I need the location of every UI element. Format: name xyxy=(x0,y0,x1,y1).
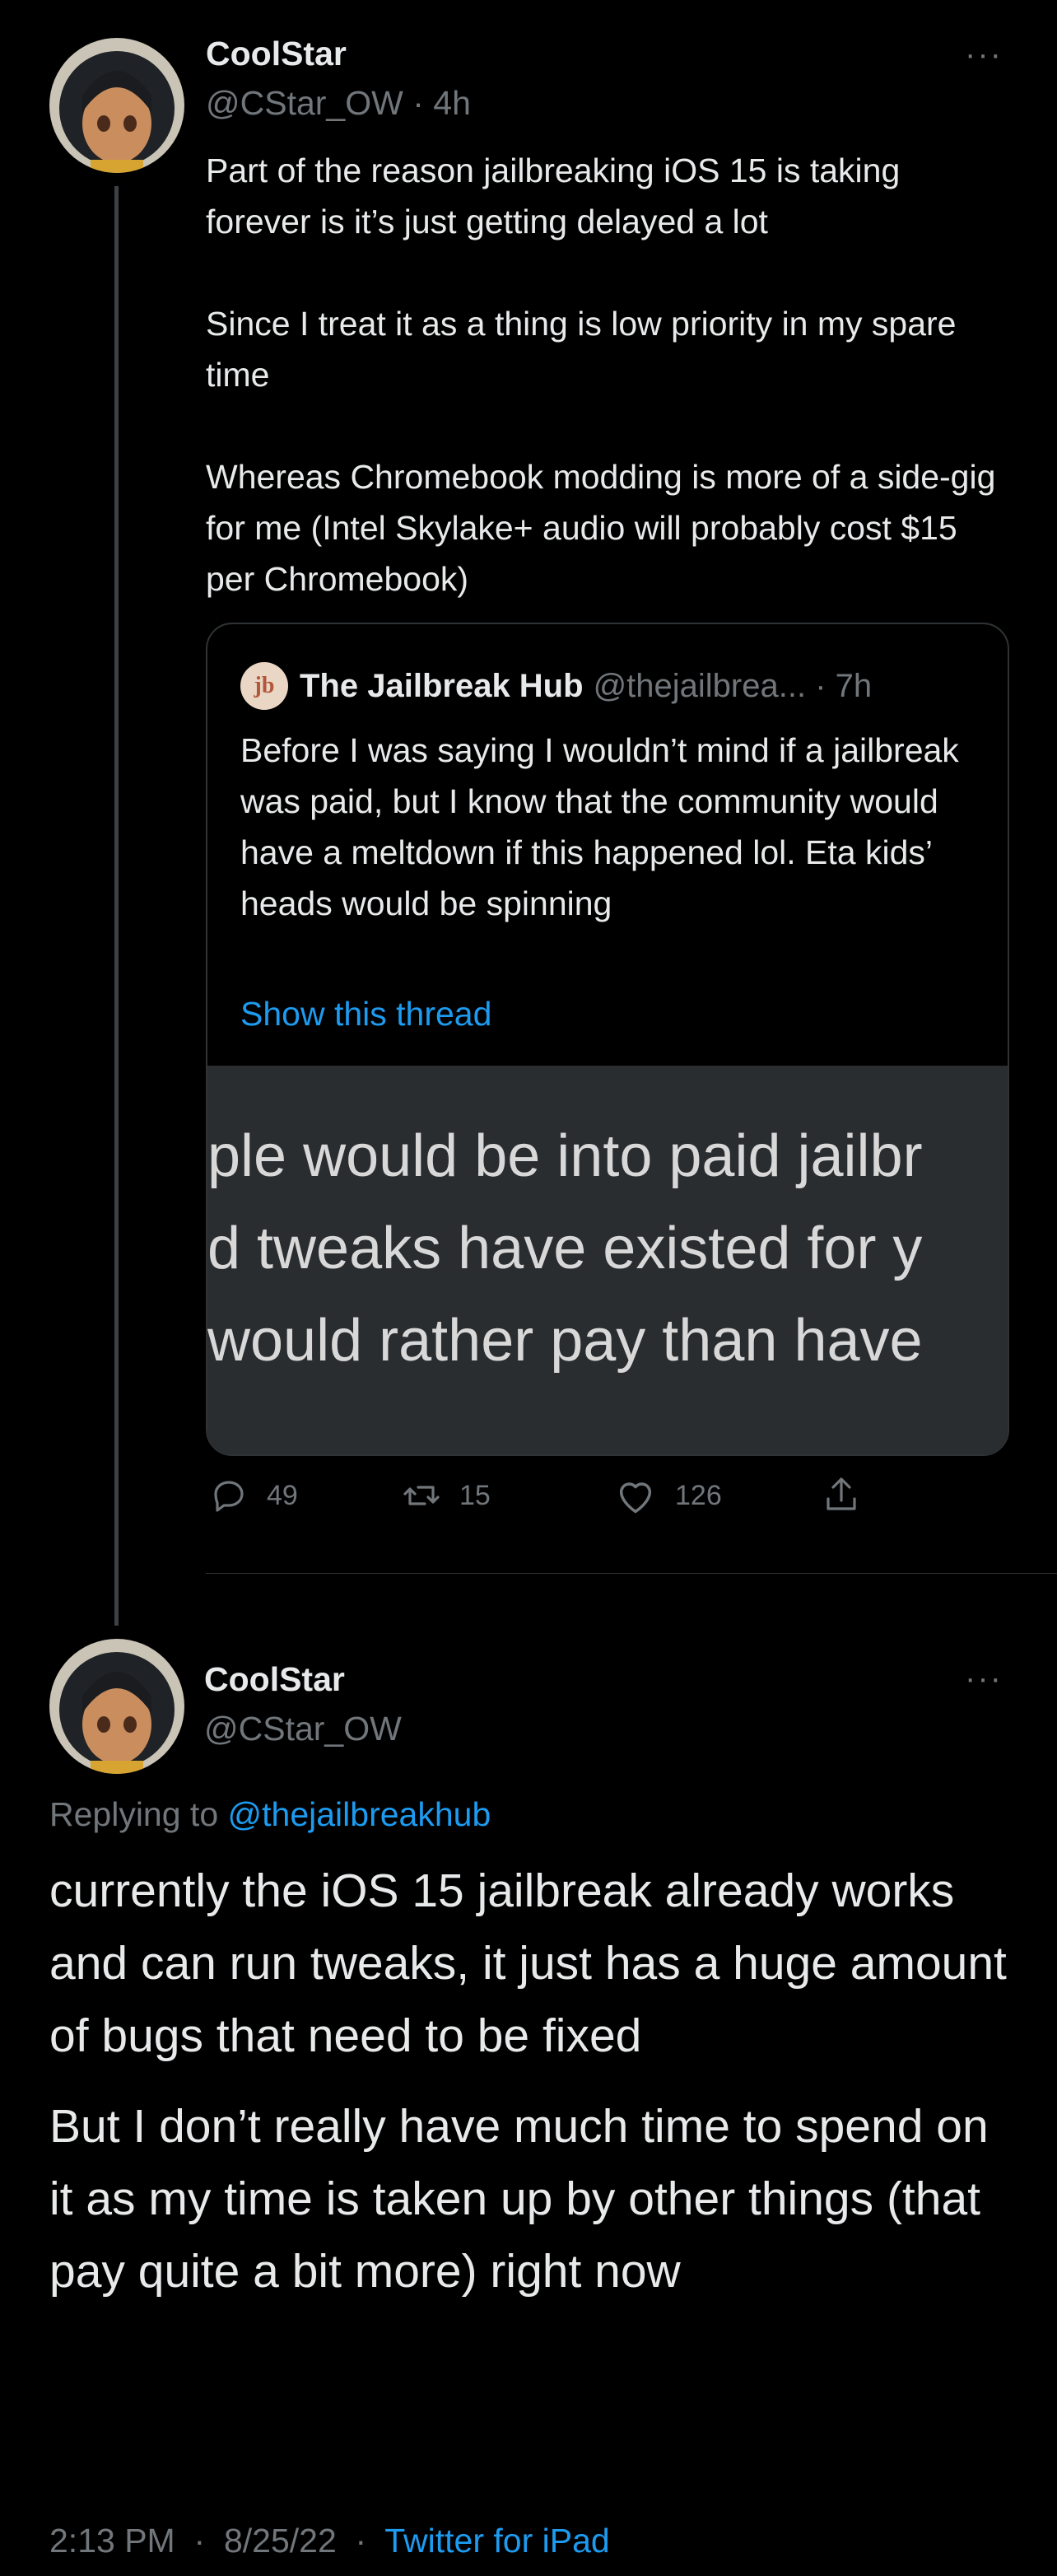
more-options-icon[interactable]: ··· xyxy=(965,36,1003,73)
meta-separator: · xyxy=(403,84,434,122)
media-text-line: ple would be into paid jailbr xyxy=(207,1123,923,1189)
author-name[interactable]: CoolStar xyxy=(204,1660,345,1699)
author-handle[interactable]: @CStar_OW xyxy=(204,1710,402,1748)
avatar[interactable] xyxy=(49,1639,184,1774)
quote-header: jb The Jailbreak Hub @thejailbrea... · 7… xyxy=(240,662,872,710)
share-icon xyxy=(827,1477,856,1510)
reply-count: 49 xyxy=(267,1479,298,1511)
tweet-time[interactable]: 4h xyxy=(433,84,471,123)
show-thread-link[interactable]: Show this thread xyxy=(240,988,491,1039)
tweet-paragraph: Whereas Chromebook modding is more of a … xyxy=(206,458,996,598)
tweet-divider xyxy=(206,1573,1057,1574)
tweet-text: currently the iOS 15 jailbreak already w… xyxy=(49,1855,1013,2308)
replying-to: Replying to @thejailbreakhub xyxy=(49,1795,491,1834)
tweet-header: CoolStar xyxy=(206,35,347,73)
thread-line xyxy=(114,186,119,1626)
media-text-line: d tweaks have existed for y xyxy=(207,1216,923,1281)
meta-separator: · xyxy=(184,2522,215,2560)
tweet-paragraph: But I don’t really have much time to spe… xyxy=(49,2100,989,2298)
quote-avatar-text: jb xyxy=(254,673,275,698)
tweet-timestamp: 2:13 PM · 8/25/22 · Twitter for iPad xyxy=(49,2522,610,2560)
tweet-text: Part of the reason jailbreaking iOS 15 i… xyxy=(206,145,1013,604)
author-handle[interactable]: @CStar_OW xyxy=(206,84,403,123)
quote-text: Before I was saying I wouldn’t mind if a… xyxy=(240,731,959,922)
retweet-action[interactable]: 15 xyxy=(402,1476,491,1515)
like-count: 126 xyxy=(675,1479,722,1511)
tweet-meta: @CStar_OW · 4h xyxy=(206,84,471,123)
quote-time: 7h xyxy=(835,667,873,704)
meta-separator: · xyxy=(346,2522,376,2560)
author-name[interactable]: CoolStar xyxy=(206,35,347,73)
quote-media-image[interactable]: ple would be into paid jailbr d tweaks h… xyxy=(207,1066,1008,1454)
media-text-line: would rather pay than have xyxy=(207,1308,923,1374)
more-options-icon[interactable]: ··· xyxy=(965,1660,1003,1697)
avatar[interactable] xyxy=(49,38,184,173)
meta-separator: · xyxy=(806,667,836,704)
share-action[interactable] xyxy=(822,1474,861,1515)
tweet-paragraph: Part of the reason jailbreaking iOS 15 i… xyxy=(206,152,901,240)
retweet-icon xyxy=(403,1486,440,1505)
reply-action[interactable]: 49 xyxy=(209,1476,298,1515)
tweet-date[interactable]: 8/25/22 xyxy=(224,2522,337,2560)
tweet-source[interactable]: Twitter for iPad xyxy=(384,2522,609,2560)
avatar-image xyxy=(49,1639,184,1774)
replying-to-label: Replying to xyxy=(49,1795,219,1833)
reply-icon xyxy=(214,1481,244,1512)
quoted-tweet[interactable]: jb The Jailbreak Hub @thejailbrea... · 7… xyxy=(206,623,1009,1456)
retweet-count: 15 xyxy=(459,1479,491,1511)
heart-icon xyxy=(619,1482,652,1514)
tweet-time[interactable]: 2:13 PM xyxy=(49,2522,175,2560)
quote-author-handle: @thejailbrea... xyxy=(593,667,807,704)
tweet-paragraph: currently the iOS 15 jailbreak already w… xyxy=(49,1864,1007,2062)
quote-author-name: The Jailbreak Hub xyxy=(300,667,584,704)
replying-to-handle[interactable]: @thejailbreakhub xyxy=(228,1795,491,1833)
like-action[interactable]: 126 xyxy=(614,1476,722,1515)
avatar-image xyxy=(49,38,184,173)
tweet-paragraph: Since I treat it as a thing is low prior… xyxy=(206,305,957,394)
quote-avatar: jb xyxy=(240,662,288,710)
